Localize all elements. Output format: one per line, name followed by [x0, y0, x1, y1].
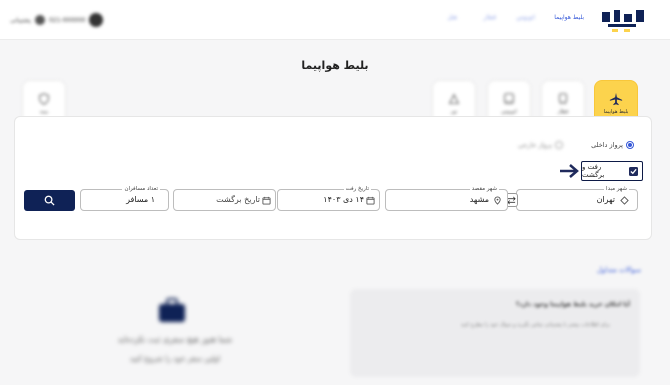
bag-icon: [159, 298, 185, 322]
return-date-field[interactable]: تاریخ برگشت: [173, 189, 276, 211]
arrow-right-icon: [560, 164, 579, 178]
radio-international[interactable]: پرواز خارجی: [518, 141, 563, 149]
search-button[interactable]: [24, 190, 75, 211]
destination-value: مشهد: [469, 195, 489, 204]
support-icon: [34, 15, 45, 25]
category-label: تور: [450, 108, 458, 115]
destination-field[interactable]: شهر مقصد مشهد: [385, 185, 508, 211]
origin-value: تهران: [596, 195, 615, 204]
faq-card[interactable]: آیا امکان خرید بلیط هواپیما وجود دارد؟ ب…: [350, 289, 640, 377]
passengers-field[interactable]: تعداد مسافران ۱ مسافر: [80, 185, 169, 211]
search-icon: [44, 195, 55, 206]
bus-icon: [504, 92, 514, 104]
depart-date-field[interactable]: تاریخ رفت ۱۴ دی ۱۴۰۳: [277, 185, 380, 211]
destination-label: شهر مقصد: [469, 185, 499, 193]
depart-date-value: ۱۴ دی ۱۴۰۳: [323, 195, 364, 204]
checkbox-checked-icon[interactable]: [629, 166, 638, 176]
radio-label: پرواز داخلی: [591, 141, 623, 149]
brand-logo[interactable]: [598, 8, 648, 34]
origin-field[interactable]: شهر مبدا تهران: [516, 185, 638, 211]
category-label: اتوبوس: [501, 108, 517, 115]
radio-button[interactable]: [626, 141, 634, 149]
faq-question: آیا امکان خرید بلیط هواپیما وجود دارد؟: [515, 301, 630, 308]
calendar-icon: [262, 196, 271, 205]
user-icon[interactable]: [89, 13, 104, 27]
location-pin-icon: [494, 196, 501, 205]
nav-bus[interactable]: اتوبوس: [516, 14, 535, 21]
depart-date-label: تاریخ رفت: [343, 185, 371, 193]
header-contact: پشتیبانی 021-000000: [10, 12, 104, 28]
faq-section-title: سوالات متداول: [596, 266, 641, 274]
passengers-label: تعداد مسافران: [122, 185, 160, 193]
tour-icon: [448, 92, 460, 104]
page-title: بلیط هواپیما: [301, 59, 369, 72]
passengers-value: ۱ مسافر: [126, 195, 155, 204]
support-text[interactable]: پشتیبانی: [10, 17, 31, 24]
category-label: بیمه: [39, 108, 49, 115]
calendar-icon: [366, 196, 375, 205]
origin-label: شهر مبدا: [604, 185, 629, 193]
phone-text[interactable]: 021-000000: [49, 17, 86, 24]
radio-button[interactable]: [555, 141, 563, 149]
airplane-icon: [609, 92, 623, 105]
nav-hotel[interactable]: هتل: [447, 14, 457, 21]
nav-flight[interactable]: بلیط هواپیما: [554, 14, 584, 21]
empty-state-title: شما هنوز هیچ سفری ثبت نکرده‌اید: [117, 335, 233, 344]
round-trip-label: رفت و برگشت: [582, 163, 605, 179]
search-card: [14, 116, 652, 240]
insurance-icon: [39, 92, 49, 105]
origin-pin-icon: [620, 196, 629, 205]
category-label: قطار: [557, 108, 569, 115]
category-label: بلیط هواپیما: [603, 108, 629, 115]
empty-state-subtitle: اولین سفر خود را شروع کنید: [129, 354, 221, 363]
return-date-placeholder: تاریخ برگشت: [216, 195, 260, 204]
train-icon: [558, 92, 568, 105]
radio-label: پرواز خارجی: [517, 141, 552, 149]
nav-train[interactable]: قطار: [483, 14, 496, 21]
top-header: بلیط هواپیما اتوبوس قطار هتل پشتیبانی 02…: [0, 0, 670, 40]
round-trip-toggle[interactable]: رفت و برگشت: [581, 161, 643, 181]
faq-answer: برای اطلاعات بیشتر با پشتیبانی تماس بگیر…: [460, 322, 610, 328]
radio-domestic[interactable]: پرواز داخلی: [591, 141, 634, 149]
